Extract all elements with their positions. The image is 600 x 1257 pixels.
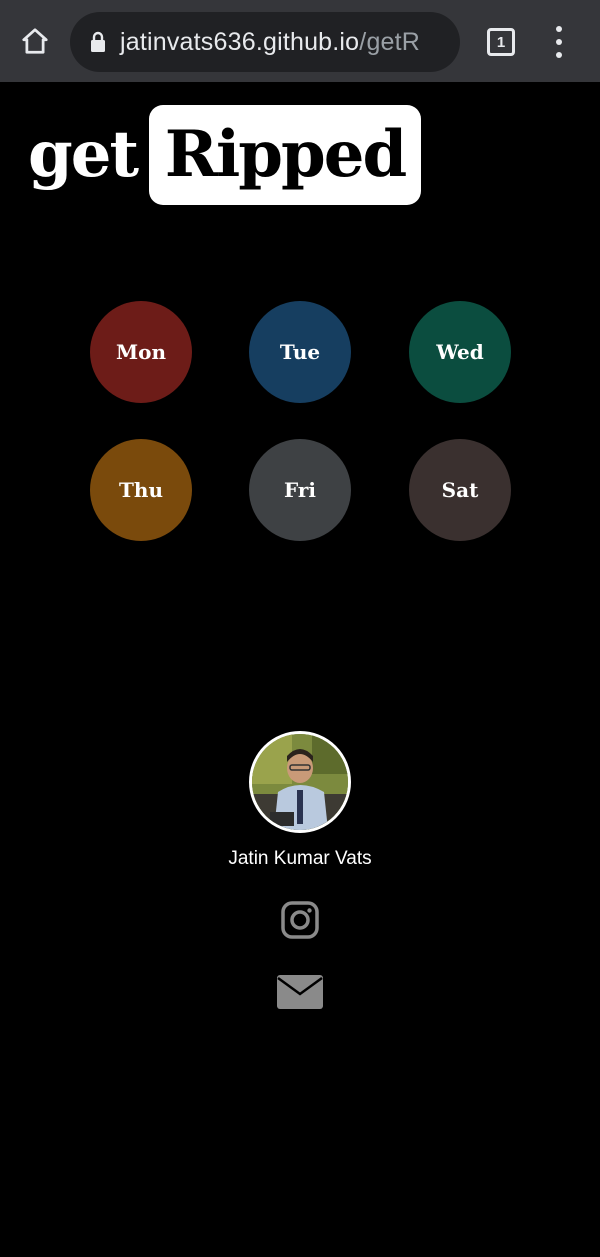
site-logo[interactable]: get Ripped xyxy=(28,104,422,206)
day-label: Wed xyxy=(436,340,484,364)
menu-dot xyxy=(556,39,562,45)
day-label: Thu xyxy=(119,478,163,502)
avatar-photo xyxy=(252,734,348,830)
home-button[interactable] xyxy=(16,22,54,60)
instagram-link[interactable] xyxy=(280,900,320,940)
author-name: Jatin Kumar Vats xyxy=(228,848,372,869)
day-button-tue[interactable]: Tue xyxy=(249,301,351,403)
logo-get-text: get xyxy=(28,117,139,192)
browser-toolbar: jatinvats636.github.io/getR 1 xyxy=(0,0,600,82)
home-icon xyxy=(22,28,48,54)
day-label: Fri xyxy=(284,478,316,502)
day-button-sat[interactable]: Sat xyxy=(409,439,511,541)
url-path: /getR xyxy=(359,27,421,56)
author-avatar xyxy=(249,731,351,833)
day-label: Sat xyxy=(441,478,479,502)
menu-dot xyxy=(556,26,562,32)
tab-count: 1 xyxy=(496,33,506,51)
day-button-fri[interactable]: Fri xyxy=(249,439,351,541)
day-button-mon[interactable]: Mon xyxy=(90,301,192,403)
logo-ripped-box: Ripped xyxy=(149,105,422,205)
mail-icon xyxy=(277,975,323,1009)
address-bar[interactable]: jatinvats636.github.io/getR xyxy=(70,12,460,72)
day-button-thu[interactable]: Thu xyxy=(90,439,192,541)
url-text[interactable]: jatinvats636.github.io/getR xyxy=(120,28,420,57)
tab-switcher-button[interactable]: 1 xyxy=(486,27,516,57)
day-label: Tue xyxy=(279,340,321,364)
day-label: Mon xyxy=(115,340,167,364)
tab-switcher-icon: 1 xyxy=(487,28,515,56)
email-link[interactable] xyxy=(277,974,323,1010)
logo-ripped-text: Ripped xyxy=(164,117,407,192)
page-content: get Ripped Mon Tue Wed Thu Fri Sat Jatin… xyxy=(0,82,600,1257)
day-button-wed[interactable]: Wed xyxy=(409,301,511,403)
url-domain: jatinvats636.github.io xyxy=(120,27,360,56)
menu-dot xyxy=(556,52,562,58)
lock-icon xyxy=(89,30,107,54)
more-vert-icon[interactable] xyxy=(546,26,572,58)
instagram-icon xyxy=(281,901,319,939)
